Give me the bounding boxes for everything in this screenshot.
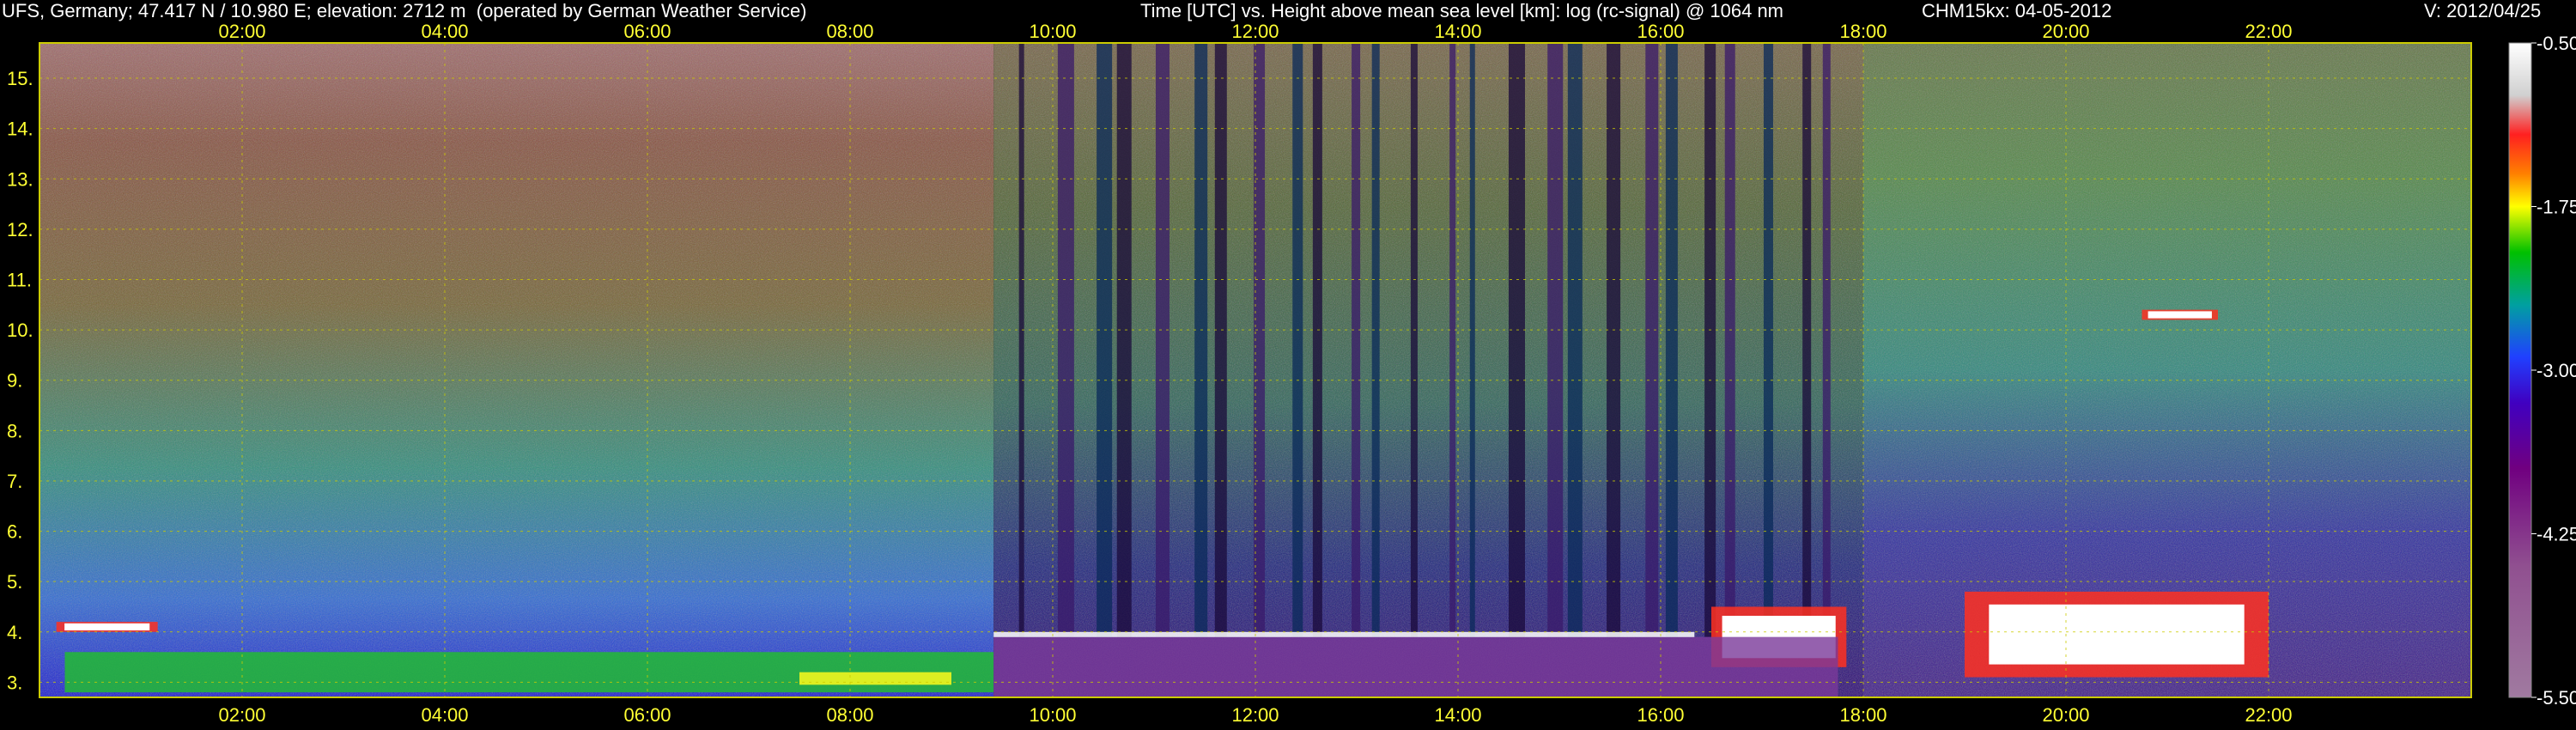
x-tick-label-top: 20:00 (2042, 21, 2089, 42)
y-tick-label: 11. (7, 269, 32, 290)
x-tick-label-bottom: 18:00 (1839, 704, 1886, 726)
signal-streak (1645, 43, 1659, 637)
signal-streak (1724, 43, 1735, 637)
y-tick-label: 13. (7, 168, 33, 190)
colorbar-tick-label: -1.75 (2537, 197, 2576, 218)
signal-streak (1665, 43, 1678, 637)
cloud-core (64, 623, 150, 631)
y-tick-label: 10. (7, 319, 33, 341)
signal-streak (1097, 43, 1113, 637)
x-tick-label-bottom: 06:00 (623, 704, 671, 726)
signal-streak (1607, 43, 1621, 637)
signal-streak (1469, 43, 1475, 637)
signal-streak (1371, 43, 1380, 637)
signal-streak (1116, 43, 1132, 637)
y-tick-label: 3. (7, 672, 22, 693)
y-tick-label: 14. (7, 119, 33, 140)
x-tick-label-bottom: 16:00 (1637, 704, 1684, 726)
x-tick-label-bottom: 08:00 (826, 704, 873, 726)
ceilometer-heatmap: 02:00 02:00 04:00 04:00 06:00 06:00 08:00 08:00… (7, 21, 2576, 726)
fog-core (799, 672, 951, 685)
signal-streak (1802, 43, 1812, 637)
colorbar-tick-label: -5.50 (2537, 687, 2576, 709)
signal-streak (1057, 43, 1074, 637)
cloud-layer (56, 622, 158, 632)
cloud-layer (2142, 309, 2218, 320)
colorbar-scale (2508, 42, 2532, 698)
x-tick-label-top: 14:00 (1434, 21, 1481, 42)
cloud-core (1989, 604, 2245, 665)
colorbar-tick-label: -4.25 (2537, 524, 2576, 545)
boundary-layer (993, 636, 1838, 697)
signal-streak (1763, 43, 1773, 637)
signal-streak (1018, 43, 1024, 637)
cloud-layer (1965, 591, 2269, 678)
signal-streak (1822, 43, 1831, 637)
signal-streak (1547, 43, 1564, 637)
y-tick-label: 15. (7, 68, 33, 89)
x-tick-label-top: 12:00 (1231, 21, 1279, 42)
signal-streak (1704, 43, 1716, 637)
y-tick-label: 6. (7, 521, 22, 543)
colorbar-tick-label: -3.00 (2537, 360, 2576, 381)
cloud-core (2148, 311, 2212, 319)
signal-streak (1449, 43, 1456, 637)
y-tick-label: 5. (7, 571, 22, 593)
x-tick-label-bottom: 10:00 (1029, 704, 1076, 726)
x-tick-label-bottom: 14:00 (1434, 704, 1481, 726)
colorbar-tick-label: -0.50 (2537, 33, 2576, 54)
boundary-layer-top (993, 631, 1695, 637)
y-tick-label: 9. (7, 370, 22, 392)
x-tick-label-top: 02:00 (218, 21, 265, 42)
signal-streak (1567, 43, 1583, 637)
signal-streak (1352, 43, 1361, 637)
x-tick-label-top: 10:00 (1029, 21, 1076, 42)
x-tick-label-bottom: 02:00 (218, 704, 265, 726)
signal-streak (1292, 43, 1303, 637)
x-tick-label-top: 04:00 (421, 21, 468, 42)
x-tick-label-top: 16:00 (1637, 21, 1684, 42)
signal-streak (1214, 43, 1227, 637)
x-tick-label-top: 18:00 (1839, 21, 1886, 42)
signal-streak (1312, 43, 1322, 637)
signal-streak (1509, 43, 1525, 637)
x-tick-label-bottom: 04:00 (421, 704, 468, 726)
y-tick-label: 7. (7, 471, 22, 492)
signal-streak (1155, 43, 1170, 637)
signal-streak (1194, 43, 1208, 637)
x-tick-label-bottom: 12:00 (1231, 704, 1279, 726)
signal-streak (1410, 43, 1418, 637)
y-tick-label: 4. (7, 622, 22, 643)
colorbar: -0.50 -1.75 -3.00 -4.25 -5.50 (2508, 33, 2576, 709)
x-tick-label-top: 06:00 (623, 21, 671, 42)
y-tick-label: 8. (7, 420, 22, 441)
x-tick-label-top: 22:00 (2245, 21, 2292, 42)
x-tick-label-bottom: 20:00 (2042, 704, 2089, 726)
x-tick-label-top: 08:00 (826, 21, 873, 42)
x-tick-label-bottom: 22:00 (2245, 704, 2292, 726)
y-tick-label: 12. (7, 219, 33, 240)
